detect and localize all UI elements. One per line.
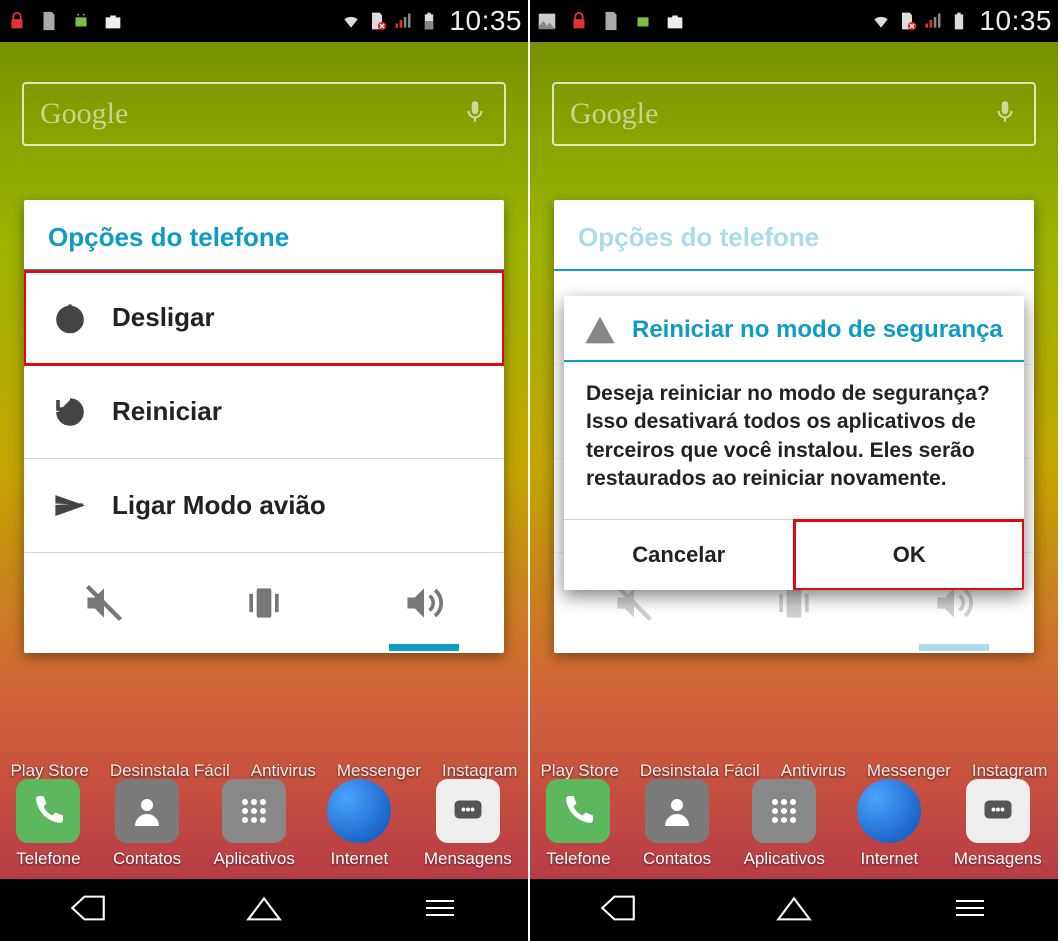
- dock-label: Mensagens: [954, 849, 1042, 868]
- restart-icon: [52, 394, 88, 430]
- search-brand: Google: [570, 97, 658, 131]
- dock-apps[interactable]: Aplicativos: [744, 779, 825, 869]
- dock-label: Internet: [861, 849, 919, 868]
- nav-recent[interactable]: [949, 891, 991, 930]
- dock-apps[interactable]: Aplicativos: [214, 779, 295, 869]
- nav-recent[interactable]: [419, 891, 461, 930]
- search-widget[interactable]: Google: [22, 82, 506, 146]
- option-label: Desligar: [112, 302, 215, 333]
- dialog-body: Deseja reiniciar no modo de segurança? I…: [564, 362, 1024, 519]
- wifi-icon: [871, 11, 891, 31]
- search-brand: Google: [40, 97, 128, 131]
- dock: Telefone Contatos Aplicativos Internet M…: [0, 779, 528, 869]
- sim-icon: [600, 10, 622, 32]
- battery-icon: [949, 11, 969, 31]
- app-label: Instagram: [972, 761, 1048, 781]
- power-icon: [52, 300, 88, 336]
- nav-bar: [530, 879, 1058, 941]
- ok-button[interactable]: OK: [794, 520, 1025, 590]
- briefcase-icon: [664, 10, 686, 32]
- signal-icon: [923, 11, 943, 31]
- briefcase-icon: [102, 10, 124, 32]
- homescreen-labels: Play Store Desinstala Fácil Antivirus Me…: [0, 761, 528, 781]
- status-bar: 10:35: [0, 0, 528, 42]
- status-clock: 10:35: [979, 5, 1052, 37]
- dock: Telefone Contatos Aplicativos Internet M…: [530, 779, 1058, 869]
- phone-screenshot-right: 10:35 Google Opções do telefone Desligar…: [530, 0, 1060, 941]
- sound-vibrate[interactable]: [184, 553, 344, 653]
- phone-screenshot-left: 10:35 Google Opções do telefone Desligar…: [0, 0, 530, 941]
- app-label: Play Store: [10, 761, 88, 781]
- lock-icon: [568, 10, 590, 32]
- option-label: Reiniciar: [112, 396, 222, 427]
- no-sim-icon: [897, 11, 917, 31]
- signal-icon: [393, 11, 413, 31]
- dock-label: Aplicativos: [744, 849, 825, 868]
- sim-icon: [38, 10, 60, 32]
- app-label: Antivirus: [781, 761, 846, 781]
- android-icon: [632, 10, 654, 32]
- option-airplane[interactable]: Ligar Modo avião: [24, 459, 504, 553]
- wifi-icon: [341, 11, 361, 31]
- battery-icon: [419, 11, 439, 31]
- dock-label: Telefone: [546, 849, 610, 868]
- search-widget[interactable]: Google: [552, 82, 1036, 146]
- safe-mode-dialog: Reiniciar no modo de segurança Deseja re…: [564, 296, 1024, 590]
- nav-bar: [0, 879, 528, 941]
- dock-phone[interactable]: Telefone: [16, 779, 80, 869]
- sound-mode-row: [24, 553, 504, 653]
- android-icon: [70, 10, 92, 32]
- app-label: Messenger: [337, 761, 421, 781]
- app-label: Instagram: [442, 761, 518, 781]
- app-label: Desinstala Fácil: [640, 761, 760, 781]
- dock-label: Telefone: [16, 849, 80, 868]
- phone-options-panel: Opções do telefone Desligar Reiniciar Li…: [24, 200, 504, 653]
- sound-mute[interactable]: [24, 553, 184, 653]
- dock-messages[interactable]: Mensagens: [954, 779, 1042, 869]
- option-restart[interactable]: Reiniciar: [24, 365, 504, 459]
- status-clock: 10:35: [449, 5, 522, 37]
- status-bar: 10:35: [530, 0, 1058, 42]
- dock-internet[interactable]: Internet: [857, 779, 921, 869]
- mic-icon[interactable]: [992, 95, 1018, 134]
- cancel-button[interactable]: Cancelar: [564, 520, 794, 590]
- nav-back[interactable]: [67, 891, 109, 930]
- app-label: Antivirus: [251, 761, 316, 781]
- dock-label: Contatos: [113, 849, 181, 868]
- dock-label: Aplicativos: [214, 849, 295, 868]
- app-label: Play Store: [540, 761, 618, 781]
- dock-label: Internet: [331, 849, 389, 868]
- option-power-off[interactable]: Desligar: [24, 271, 504, 365]
- app-label: Desinstala Fácil: [110, 761, 230, 781]
- panel-title: Opções do telefone: [554, 200, 1034, 269]
- nav-back[interactable]: [597, 891, 639, 930]
- option-label: Ligar Modo avião: [112, 490, 326, 521]
- picture-icon: [536, 10, 558, 32]
- airplane-icon: [52, 488, 88, 524]
- dock-contacts[interactable]: Contatos: [113, 779, 181, 869]
- dock-label: Mensagens: [424, 849, 512, 868]
- nav-home[interactable]: [243, 891, 285, 930]
- mic-icon[interactable]: [462, 95, 488, 134]
- app-label: Messenger: [867, 761, 951, 781]
- no-sim-icon: [367, 11, 387, 31]
- dock-label: Contatos: [643, 849, 711, 868]
- dock-phone[interactable]: Telefone: [546, 779, 610, 869]
- dock-contacts[interactable]: Contatos: [643, 779, 711, 869]
- warning-icon: [582, 314, 618, 346]
- lock-icon: [6, 10, 28, 32]
- homescreen-labels: Play Store Desinstala Fácil Antivirus Me…: [530, 761, 1058, 781]
- sound-on[interactable]: [344, 553, 504, 653]
- dialog-title: Reiniciar no modo de segurança: [632, 316, 1003, 344]
- nav-home[interactable]: [773, 891, 815, 930]
- panel-title: Opções do telefone: [24, 200, 504, 269]
- dock-internet[interactable]: Internet: [327, 779, 391, 869]
- dock-messages[interactable]: Mensagens: [424, 779, 512, 869]
